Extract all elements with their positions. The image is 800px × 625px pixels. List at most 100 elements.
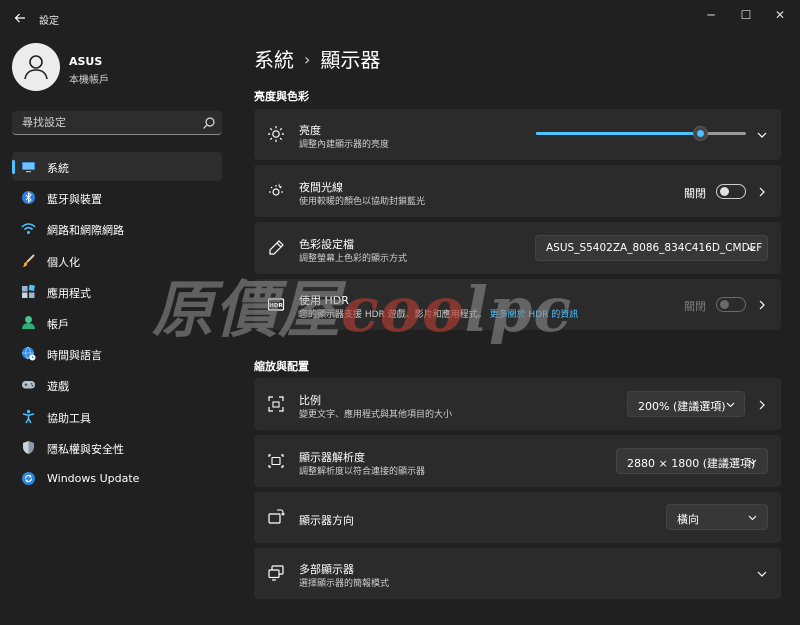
color-profile-subtitle: 調整螢幕上色彩的顯示方式 — [299, 254, 408, 264]
gamepad-icon — [22, 381, 35, 389]
night-light-subtitle: 使用較暖的顏色以協助封鎖藍光 — [299, 197, 426, 207]
breadcrumb: 系統 › 顯示器 — [254, 44, 380, 73]
chevron-down-icon — [748, 515, 757, 521]
hdr-toggle[interactable] — [716, 297, 746, 312]
night-light-card[interactable]: 夜間光線 使用較暖的顏色以協助封鎖藍光 關閉 — [254, 165, 781, 217]
hdr-icon: HDR — [267, 298, 285, 311]
breadcrumb-parent[interactable]: 系統 — [254, 48, 294, 72]
apps-icon — [22, 284, 35, 298]
scale-card[interactable]: 比例 變更文字、應用程式與其他項目的大小 200% (建議選項) — [254, 378, 781, 430]
multiple-displays-title: 多部顯示器 — [299, 563, 354, 576]
orientation-value: 橫向 — [677, 513, 699, 526]
multiple-displays-card[interactable]: 多部顯示器 選擇顯示器的簡報模式 — [254, 548, 781, 599]
hdr-description: 您的顯示器支援 HDR 遊戲、影片和應用程式。 — [299, 310, 487, 320]
bluetooth-icon — [22, 191, 35, 205]
night-light-state: 關閉 — [684, 187, 706, 200]
brightness-slider-thumb[interactable] — [692, 126, 708, 141]
sidebar-item-accounts[interactable]: 帳戶 — [12, 308, 222, 337]
resolution-card: 顯示器解析度 調整解析度以符合連接的顯示器 2880 × 1800 (建議選項) — [254, 435, 781, 487]
multiple-displays-icon — [268, 565, 284, 581]
account-type: 本機帳戶 — [69, 75, 109, 86]
search-box[interactable] — [12, 111, 222, 135]
shield-icon — [23, 440, 34, 454]
sidebar-item-windows-update[interactable]: Windows Update — [12, 464, 222, 493]
brightness-icon — [268, 126, 284, 142]
section-heading-scale-layout: 縮放與配置 — [254, 360, 309, 373]
user-name: ASUS — [69, 55, 103, 68]
chevron-down-icon — [726, 402, 735, 408]
night-light-toggle[interactable] — [716, 184, 746, 199]
page-title: 顯示器 — [320, 48, 381, 72]
sidebar-item-bluetooth[interactable]: 藍牙與裝置 — [12, 183, 222, 212]
title-bar: 設定 ─ ☐ ✕ — [0, 0, 800, 34]
app-title: 設定 — [39, 16, 59, 27]
hdr-card[interactable]: HDR 使用 HDR 您的顯示器支援 HDR 遊戲、影片和應用程式。 更多關於 … — [254, 279, 781, 330]
back-button[interactable] — [10, 8, 30, 28]
color-profile-dropdown[interactable]: ASUS_S5402ZA_8086_834C416D_CMDEF — [535, 235, 768, 261]
maximize-button[interactable]: ☐ — [732, 4, 760, 26]
section-heading-brightness-color: 亮度與色彩 — [254, 90, 309, 103]
sidebar-item-time-language[interactable]: 時間與語言 — [12, 339, 222, 368]
color-profile-title: 色彩設定檔 — [299, 238, 354, 251]
sidebar-item-personalization[interactable]: 個人化 — [12, 246, 222, 275]
sidebar-item-network[interactable]: 網路和網際網路 — [12, 214, 222, 243]
sidebar-item-accessibility[interactable]: 協助工具 — [12, 402, 222, 431]
color-profile-value: ASUS_S5402ZA_8086_834C416D_CMDEF — [546, 242, 763, 254]
sidebar-item-label: 隱私權與安全性 — [47, 442, 124, 456]
sidebar-item-label: 時間與語言 — [47, 349, 102, 363]
brightness-title: 亮度 — [299, 124, 321, 137]
chevron-down-icon — [748, 459, 757, 465]
account-icon — [22, 315, 35, 329]
close-button[interactable]: ✕ — [766, 4, 794, 26]
resolution-subtitle: 調整解析度以符合連接的顯示器 — [299, 467, 426, 477]
user-profile[interactable]: ASUS 本機帳戶 — [12, 43, 232, 93]
scale-value: 200% (建議選項) — [638, 400, 726, 413]
brightness-slider[interactable] — [536, 126, 746, 141]
breadcrumb-separator: › — [304, 50, 311, 69]
chevron-right-icon[interactable] — [755, 298, 769, 312]
back-arrow-icon — [14, 13, 25, 23]
scale-title: 比例 — [299, 394, 321, 407]
scale-subtitle: 變更文字、應用程式與其他項目的大小 — [299, 410, 453, 420]
orientation-icon — [268, 509, 285, 524]
chevron-down-icon[interactable] — [755, 567, 769, 581]
multiple-displays-subtitle: 選擇顯示器的簡報模式 — [299, 579, 390, 589]
sidebar-item-system[interactable]: 系統 — [12, 152, 222, 181]
sidebar-item-apps[interactable]: 應用程式 — [12, 277, 222, 306]
globe-clock-icon — [22, 346, 36, 361]
sidebar-item-label: 帳戶 — [47, 317, 69, 331]
system-icon — [22, 162, 35, 173]
chevron-right-icon[interactable] — [755, 398, 769, 412]
color-picker-icon — [269, 240, 284, 255]
search-input[interactable] — [22, 111, 192, 134]
hdr-state: 關閉 — [684, 300, 706, 313]
scale-icon — [268, 396, 284, 412]
avatar — [12, 43, 60, 91]
brightness-slider-fill — [536, 132, 700, 135]
brightness-card: 亮度 調整內建顯示器的亮度 — [254, 109, 781, 160]
orientation-dropdown[interactable]: 橫向 — [666, 504, 768, 530]
sidebar-item-label: 網路和網際網路 — [47, 224, 124, 238]
hdr-info-link[interactable]: 更多關於 HDR 的資訊 — [490, 310, 579, 320]
brightness-subtitle: 調整內建顯示器的亮度 — [299, 140, 390, 150]
search-icon[interactable] — [202, 116, 216, 130]
resolution-icon — [268, 454, 284, 468]
orientation-card: 顯示器方向 橫向 — [254, 492, 781, 543]
sidebar-nav: 系統 藍牙與裝置 網路和網際網路 個人化 應用程式 帳戶 時間與語言 遊戲 協助… — [12, 152, 222, 495]
orientation-title: 顯示器方向 — [299, 514, 354, 527]
sidebar-item-label: 藍牙與裝置 — [47, 193, 102, 207]
svg-text:HDR: HDR — [269, 303, 283, 309]
brush-icon — [22, 253, 35, 267]
hdr-title: 使用 HDR — [299, 294, 349, 307]
chevron-down-icon[interactable] — [755, 128, 769, 142]
scale-dropdown[interactable]: 200% (建議選項) — [627, 391, 745, 417]
night-light-title: 夜間光線 — [299, 181, 343, 194]
chevron-right-icon[interactable] — [755, 185, 769, 199]
resolution-title: 顯示器解析度 — [299, 451, 365, 464]
sidebar-item-label: 系統 — [47, 162, 69, 175]
minimize-button[interactable]: ─ — [697, 4, 725, 26]
resolution-dropdown[interactable]: 2880 × 1800 (建議選項) — [616, 448, 768, 474]
sidebar-item-privacy-security[interactable]: 隱私權與安全性 — [12, 433, 222, 462]
sidebar-item-label: 應用程式 — [47, 286, 91, 300]
sidebar-item-gaming[interactable]: 遊戲 — [12, 370, 222, 399]
